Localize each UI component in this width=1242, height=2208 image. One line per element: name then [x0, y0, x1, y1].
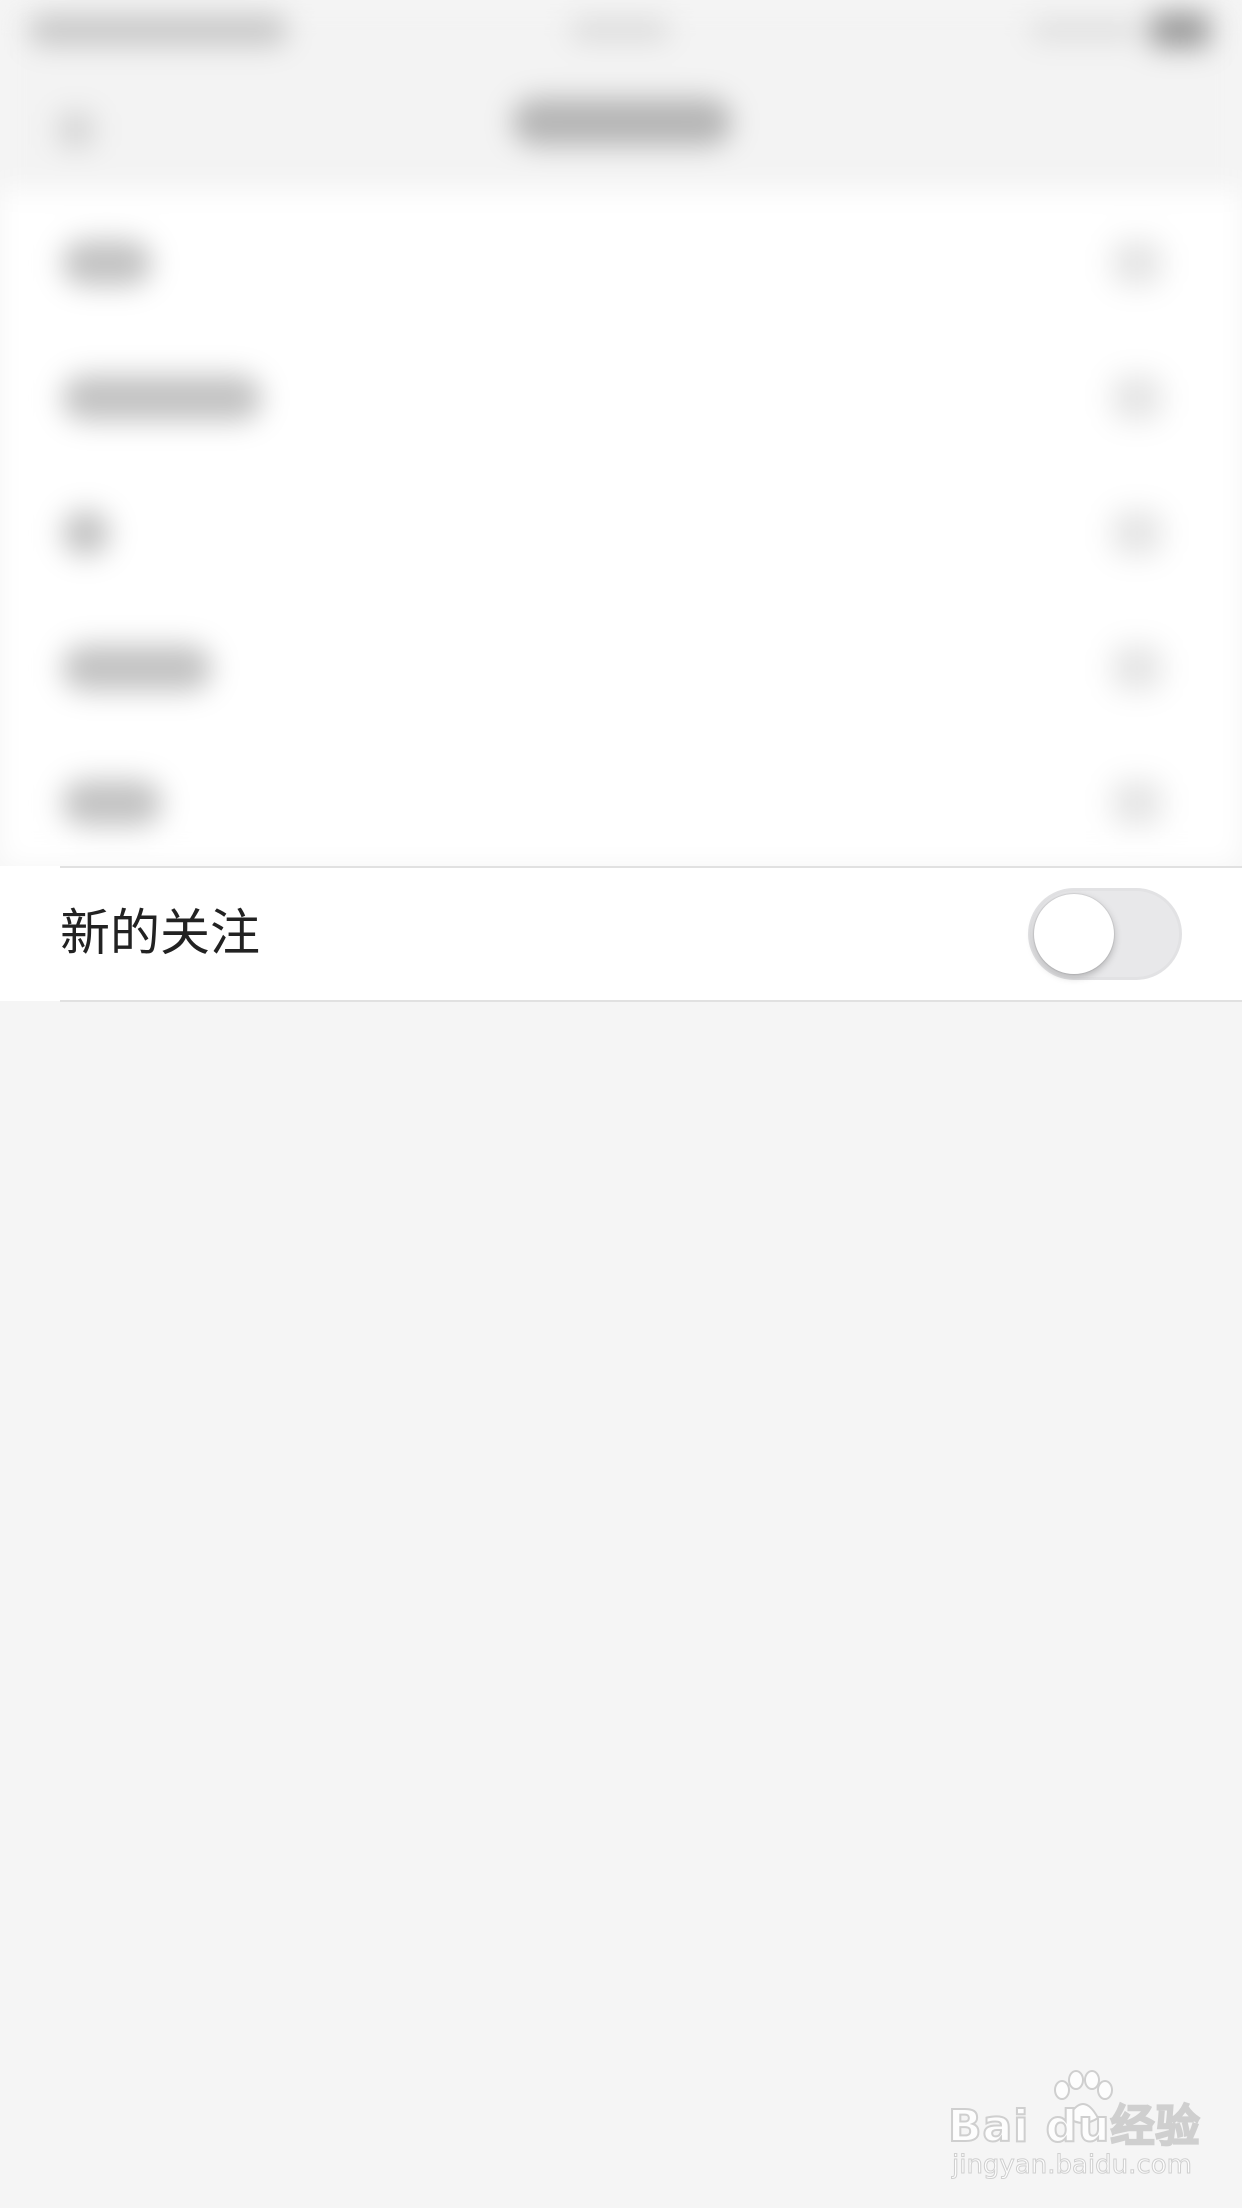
blurred-row-control-3 [1112, 510, 1162, 556]
blurred-row-label-3 [62, 510, 110, 556]
blurred-row-control-5 [1112, 780, 1162, 826]
nav-title-blur [512, 98, 732, 146]
blurred-row-label-5 [62, 780, 162, 826]
blurred-region [0, 0, 1242, 866]
blurred-row-control-2 [1112, 375, 1162, 421]
toggle-knob [1034, 894, 1114, 974]
notification-settings-screen: 新的关注 Bai du经验 jingyan.baidu.com [0, 0, 1242, 2208]
status-bar-indicators-blur [1030, 20, 1140, 40]
status-bar [0, 0, 1242, 60]
row-divider-top [60, 866, 1242, 868]
back-arrow-icon[interactable] [58, 112, 94, 148]
new-follow-toggle[interactable] [1028, 888, 1182, 980]
battery-icon [1150, 12, 1210, 48]
blurred-row-control-4 [1112, 645, 1162, 691]
status-bar-time-blur [570, 18, 670, 42]
baidu-jingyan-watermark: Bai du经验 jingyan.baidu.com [947, 2070, 1201, 2181]
blurred-row-control-1 [1112, 240, 1162, 286]
blurred-row-label-2 [62, 375, 262, 421]
watermark-url-text: jingyan.baidu.com [952, 2150, 1193, 2181]
row-divider-bottom [60, 1000, 1242, 1002]
status-bar-carrier-blur [28, 14, 288, 46]
navigation-bar [0, 60, 1242, 190]
blurred-row-label-1 [62, 240, 152, 286]
settings-row-new-follow: 新的关注 [0, 866, 1242, 1001]
blurred-settings-list [0, 190, 1242, 866]
blurred-row-label-4 [62, 645, 212, 691]
watermark-brand-text: Bai du经验 [947, 2100, 1201, 2153]
settings-row-label: 新的关注 [60, 904, 260, 962]
blurred-content [0, 0, 1242, 866]
